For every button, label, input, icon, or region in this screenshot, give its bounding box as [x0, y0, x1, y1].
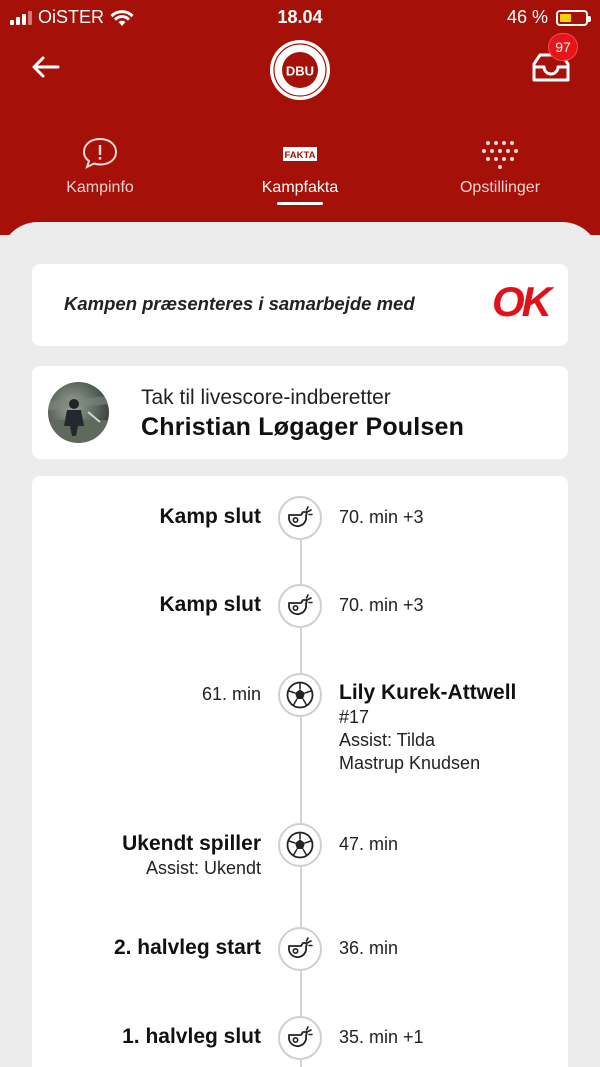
event-time: 36. min: [339, 935, 398, 961]
assist-line-1: Assist: Tilda: [339, 730, 436, 750]
sponsor-card[interactable]: Kampen præsenteres i samarbejde med OK: [32, 264, 568, 346]
alert-bubble-icon: [82, 137, 118, 169]
back-arrow-icon[interactable]: [26, 50, 66, 84]
football-icon: [278, 673, 322, 717]
event-time: 70. min +3: [339, 504, 424, 530]
ok-logo: OK: [492, 278, 552, 325]
tab-kampfakta-label: Kampfakta: [261, 179, 339, 196]
active-tab-indicator: [277, 202, 323, 205]
battery-percent: 46 %: [506, 7, 548, 27]
event-goal-details: Lily Kurek-Attwell #17 Assist: Tilda Mas…: [339, 680, 516, 775]
event-title: 2. halvleg start: [113, 936, 261, 959]
whistle-icon: [278, 1016, 322, 1060]
assist-text: Assist: Ukendt: [145, 858, 261, 878]
event-time: 61. min: [202, 681, 261, 707]
lineup-dots-icon: [482, 141, 518, 169]
event-title-left: 1. halvleg slut: [122, 1024, 261, 1050]
football-icon: [278, 823, 322, 867]
whistle-icon: [278, 496, 322, 540]
event-time-text: 70. min +3: [339, 595, 424, 615]
goal-scorer: Ukendt spiller: [122, 832, 261, 855]
event-time-text: 35. min +1: [339, 1027, 424, 1047]
tab-opstillinger[interactable]: Opstillinger: [400, 128, 600, 208]
whistle-icon: [278, 927, 322, 971]
avatar: [48, 382, 109, 443]
event-time: 70. min +3: [339, 592, 424, 618]
status-right: 46 %: [506, 7, 591, 28]
event-title: 1. halvleg slut: [122, 1025, 261, 1048]
tab-bar: Kampinfo FAKTA Kampfakta Opstillinger: [0, 128, 600, 208]
player-number: #17: [339, 707, 370, 727]
event-time-text: 61. min: [201, 684, 261, 704]
event-title: Kamp slut: [159, 593, 261, 616]
tab-kampfakta[interactable]: FAKTA Kampfakta: [200, 128, 400, 208]
event-time: 47. min: [339, 831, 398, 857]
assist-line-2: Mastrup Knudsen: [339, 753, 481, 773]
event-title: Kamp slut: [159, 505, 261, 528]
dbu-logo-text: DBU: [286, 64, 314, 79]
event-time-text: 47. min: [339, 834, 399, 854]
event-time: 35. min +1: [339, 1024, 424, 1050]
app-header: OiSTER 18.04 46 % DBU 97 Kampinfo FAKTA …: [0, 0, 600, 235]
event-goal-details: Ukendt spiller Assist: Ukendt: [122, 831, 261, 880]
event-title-left: Kamp slut: [159, 592, 261, 618]
reporter-label: Tak til livescore-indberetter: [141, 386, 391, 409]
fakta-icon: FAKTA: [283, 147, 317, 161]
event-time-text: 70. min +3: [339, 507, 424, 527]
battery-level: [560, 13, 572, 22]
whistle-icon: [278, 584, 322, 628]
event-title-left: Kamp slut: [159, 504, 261, 530]
notification-badge[interactable]: 97: [548, 33, 578, 61]
dbu-logo: DBU: [270, 40, 330, 100]
tab-kampinfo-label: Kampinfo: [66, 179, 134, 196]
fakta-icon-text: FAKTA: [285, 150, 316, 161]
reporter-name: Christian Løgager Poulsen: [141, 413, 465, 441]
tab-kampinfo[interactable]: Kampinfo: [0, 128, 200, 208]
status-bar: OiSTER 18.04 46 %: [0, 0, 600, 34]
sponsor-text: Kampen præsenteres i samarbejde med: [64, 293, 415, 314]
event-title-left: 2. halvleg start: [114, 935, 261, 961]
reporter-card: Tak til livescore-indberetter Christian …: [32, 366, 568, 459]
tab-opstillinger-label: Opstillinger: [459, 179, 541, 196]
goal-scorer: Lily Kurek-Attwell: [339, 681, 517, 704]
battery-icon: [556, 9, 591, 26]
event-time-text: 36. min: [339, 938, 399, 958]
